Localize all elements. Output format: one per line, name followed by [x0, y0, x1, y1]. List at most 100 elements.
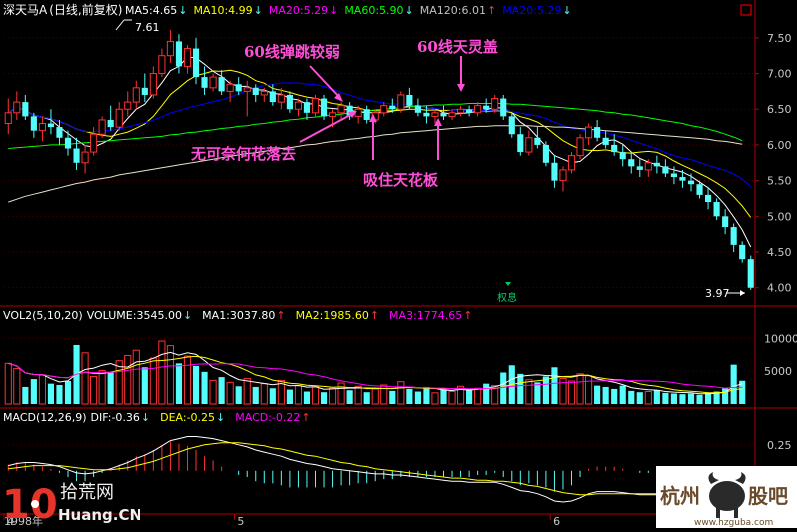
candle-body: [328, 112, 337, 117]
volume-bar: [320, 392, 328, 404]
watermark-en: Huang.CN: [58, 506, 140, 524]
candle-body: [277, 94, 285, 103]
volume-bar: [47, 383, 55, 404]
candle: [585, 123, 593, 145]
volume-bar: [56, 384, 63, 404]
volume-bar: [423, 386, 430, 404]
candle: [704, 187, 712, 210]
candle: [611, 134, 618, 156]
candle: [303, 98, 311, 120]
dividend-marker: 权息: [497, 282, 517, 304]
candle: [576, 134, 584, 160]
candle-body: [98, 119, 106, 135]
candle-body: [653, 162, 660, 167]
ma-legend-item: MA10:4.99: [193, 4, 252, 17]
candle-body: [619, 152, 626, 160]
candle-body: [636, 166, 643, 170]
annotation-falling-flowers: 无可奈何花落去: [190, 111, 357, 163]
volume-bar: [218, 377, 225, 404]
candle: [397, 91, 405, 113]
candle-body: [22, 102, 29, 117]
ma-trend-arrow: ↓: [178, 4, 187, 17]
candle-body: [704, 194, 712, 203]
candle-body: [132, 87, 140, 103]
candle: [183, 44, 192, 74]
volume-bar: [81, 352, 89, 405]
volume-bar: [679, 394, 686, 404]
volume-tick-label: 5000: [764, 365, 792, 378]
candle-body: [201, 77, 208, 88]
candle-body: [414, 105, 421, 113]
volume-bar: [243, 377, 251, 405]
candle-body: [90, 133, 98, 153]
volume-bar: [4, 362, 12, 405]
volume-bar: [141, 367, 148, 404]
candle-body: [209, 76, 217, 89]
close-box-icon[interactable]: [740, 4, 752, 16]
candle-body: [4, 112, 12, 125]
candle: [517, 127, 524, 156]
time-tick-label: 5: [237, 515, 244, 528]
time-tick-label: 6: [553, 515, 560, 528]
watermark-cn2: 股吧: [748, 484, 788, 508]
volume-bar: [371, 388, 379, 405]
volume-bar: [704, 392, 712, 404]
candle: [98, 116, 106, 138]
candle: [286, 91, 293, 113]
candle-body: [252, 87, 259, 95]
candle-body: [235, 84, 242, 92]
candle: [594, 119, 601, 142]
candle-body: [730, 227, 737, 245]
volume-bar: [483, 383, 490, 404]
volume-bar: [525, 379, 533, 405]
ma-legend-item: MA20:5.29: [502, 4, 561, 17]
candle-body: [115, 108, 123, 128]
volume-bar: [567, 380, 576, 405]
volume-bar: [397, 381, 405, 405]
candle-body: [679, 177, 686, 181]
volume-bar: [594, 385, 601, 404]
candle-body: [38, 123, 46, 132]
candle: [747, 255, 754, 290]
candle-body: [508, 116, 515, 135]
price-tick-label: 4.50: [767, 246, 792, 259]
price-tick-label: 5.50: [767, 175, 792, 188]
volume-bar: [653, 390, 660, 404]
candle: [158, 48, 166, 78]
macd-trend-arrow: ↑: [301, 411, 310, 424]
candle: [457, 105, 465, 117]
candle: [466, 105, 473, 117]
price-tick-label: 6.00: [767, 139, 792, 152]
price-tick-label: 5.00: [767, 210, 792, 223]
volume-bar: [406, 388, 413, 404]
candle: [687, 173, 695, 192]
candle-body: [713, 202, 720, 217]
candle: [149, 66, 157, 99]
ma-legend-item: MA60:5.90: [344, 4, 403, 17]
candle-body: [149, 73, 157, 96]
volume-bar: [431, 392, 439, 405]
candle-body: [525, 137, 533, 153]
candle-body: [397, 94, 405, 110]
volume-bar: [64, 381, 72, 404]
candle: [235, 77, 242, 95]
candle: [56, 119, 63, 145]
candle-body: [670, 173, 677, 178]
annotation-text: 60线天灵盖: [417, 38, 498, 56]
volume-bar: [551, 367, 558, 404]
candle: [619, 144, 626, 167]
candle-body: [30, 116, 37, 131]
candle: [115, 102, 123, 131]
volume-bar: [611, 388, 618, 404]
high-marker: 7.61: [115, 19, 160, 34]
ma-legend-item: MA5:4.65: [125, 4, 177, 17]
macd-macd-value: MACD:-0.22: [235, 411, 300, 424]
volume-bar: [286, 389, 293, 404]
candle-body: [294, 101, 302, 110]
volume-title: VOL2(5,10,20): [3, 309, 83, 322]
volume-bar: [585, 375, 593, 405]
stock-title: 深天马A (日线,前复权): [3, 2, 122, 17]
candle: [201, 66, 208, 95]
volume-bar: [619, 385, 626, 404]
candle-body: [739, 244, 746, 260]
